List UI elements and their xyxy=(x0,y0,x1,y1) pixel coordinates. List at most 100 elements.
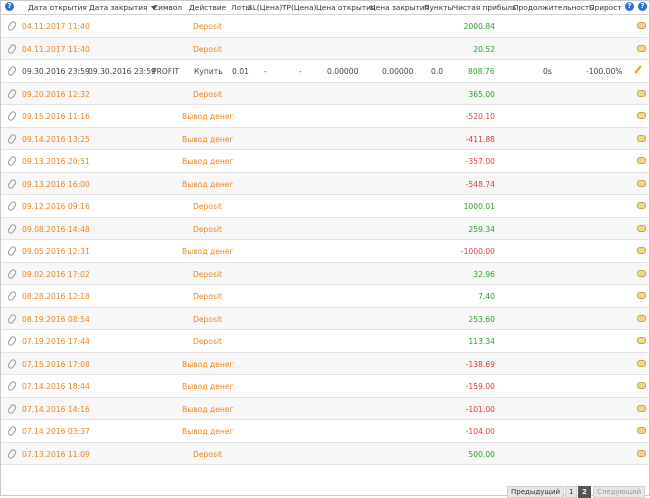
table-row[interactable]: 09.08.2016 14:48 Deposit 259.34 xyxy=(1,217,649,240)
table-row[interactable]: 09.13.2016 20:51 Вывод денег -357.00 xyxy=(1,150,649,173)
col-duration[interactable]: Продолжительность xyxy=(513,3,594,12)
paperclip-icon[interactable] xyxy=(6,267,18,280)
col-tp[interactable]: TP(Цена) xyxy=(282,3,316,12)
table-row[interactable]: 09.14.2016 13:25 Вывод денег -411.88 xyxy=(1,127,649,150)
table-row[interactable]: 07.14.2016 03:37 Вывод денег -104.00 xyxy=(1,420,649,443)
table-row[interactable]: 04.11.2017 11:40 Deposit 20.52 xyxy=(1,37,649,60)
paperclip-icon[interactable] xyxy=(6,200,18,212)
comment-icon[interactable] xyxy=(637,202,646,209)
table-row[interactable]: 07.13.2016 11:09 Deposit 500.00 xyxy=(1,442,649,465)
comment-icon[interactable] xyxy=(637,314,646,322)
table-row[interactable]: 09.12.2016 09:16 Deposit 1000.01 xyxy=(1,195,649,218)
table-row[interactable]: 08.28.2016 12:18 Deposit 7.40 xyxy=(1,285,649,308)
col-open-date[interactable]: Дата открытия xyxy=(28,3,87,12)
paperclip-icon[interactable] xyxy=(6,245,18,257)
comment-icon[interactable] xyxy=(637,157,646,164)
comment-icon[interactable] xyxy=(637,22,646,29)
comment-icon[interactable] xyxy=(637,404,646,412)
paperclip-icon[interactable] xyxy=(6,447,18,460)
table-row[interactable]: 04.11.2017 11:40 Deposit 2000.84 xyxy=(1,15,649,38)
page-2-button[interactable]: 2 xyxy=(578,486,591,498)
comment-icon[interactable] xyxy=(637,247,646,254)
gain: -100.00% xyxy=(586,67,623,76)
paperclip-icon[interactable] xyxy=(6,335,18,347)
paperclip-icon[interactable] xyxy=(6,132,18,145)
paperclip-icon[interactable] xyxy=(6,312,18,325)
action: Вывод денег xyxy=(182,179,234,189)
comment-icon[interactable] xyxy=(637,112,646,119)
table-row[interactable]: 07.19.2016 17:44 Deposit 113.34 xyxy=(1,330,649,353)
paperclip-icon[interactable] xyxy=(6,177,18,190)
paperclip-icon[interactable] xyxy=(6,357,18,370)
comment-icon[interactable] xyxy=(637,337,646,344)
pips: 0.0 xyxy=(431,67,444,76)
profit: 808.76 xyxy=(468,67,495,76)
profit: -357.00 xyxy=(465,157,495,166)
action: Deposit xyxy=(193,314,223,324)
paperclip-icon[interactable] xyxy=(6,380,18,392)
comment-icon[interactable] xyxy=(637,382,646,389)
action: Купить xyxy=(194,67,223,76)
paperclip-icon[interactable] xyxy=(6,425,18,437)
action: Deposit xyxy=(193,224,223,234)
col-close-price[interactable]: Цена закрытия xyxy=(370,3,429,12)
col-open-price[interactable]: Цена открытия xyxy=(316,3,375,12)
paperclip-icon[interactable] xyxy=(6,20,18,32)
comment-icon[interactable] xyxy=(637,179,646,187)
date: 09.12.2016 09:16 xyxy=(22,202,90,211)
table-row[interactable]: 09.13.2016 16:00 Вывод денег -548.74 xyxy=(1,172,649,195)
next-page-button[interactable]: Следующий xyxy=(593,486,646,498)
action: Вывод денег xyxy=(182,427,234,436)
comment-icon[interactable] xyxy=(637,359,646,367)
col-pips[interactable]: Пункты xyxy=(424,3,453,12)
col-sl[interactable]: SL(Цена) xyxy=(248,3,282,12)
help-icon[interactable]: ? xyxy=(625,2,634,11)
profit: -520.10 xyxy=(465,112,495,121)
table-row[interactable]: 09.15.2016 11:16 Вывод денег -520.10 xyxy=(1,105,649,128)
paperclip-icon[interactable] xyxy=(6,222,18,235)
trade-history-panel: ? Дата открытия Дата закрытия Символ Дей… xyxy=(0,0,650,498)
paperclip-icon[interactable] xyxy=(6,110,18,122)
table-row[interactable]: 09.05.2016 12:31 Вывод денег -1000.00 xyxy=(1,240,649,263)
table-header: ? Дата открытия Дата закрытия Символ Дей… xyxy=(1,1,649,15)
help-icon[interactable]: ? xyxy=(638,2,647,11)
table-row[interactable]: 07.14.2016 18:44 Вывод денег -159.00 xyxy=(1,375,649,398)
edit-icon[interactable] xyxy=(634,65,642,74)
paperclip-icon[interactable] xyxy=(6,42,18,55)
profit: 253.60 xyxy=(468,314,495,324)
col-profit[interactable]: Чистая прибыль xyxy=(453,3,516,12)
col-close-date[interactable]: Дата закрытия xyxy=(89,3,157,12)
comment-icon[interactable] xyxy=(637,224,646,232)
comment-icon[interactable] xyxy=(637,449,646,457)
table-row[interactable]: 09.02.2016 17:02 Deposit 32.96 xyxy=(1,262,649,285)
table-row[interactable]: 07.14.2016 14:16 Вывод денег -101.00 xyxy=(1,397,649,420)
date: 07.14.2016 14:16 xyxy=(22,404,90,414)
comment-icon[interactable] xyxy=(637,292,646,299)
comment-icon[interactable] xyxy=(637,427,646,434)
table-row[interactable]: 07.15.2016 17:08 Вывод денег -138.69 xyxy=(1,352,649,375)
table-row[interactable]: 09.20.2016 12:32 Deposit 365.00 xyxy=(1,82,649,105)
col-symbol[interactable]: Символ xyxy=(153,3,182,12)
profit: -411.88 xyxy=(465,134,495,144)
paperclip-icon[interactable] xyxy=(6,402,18,415)
page-1-button[interactable]: 1 xyxy=(565,486,578,498)
paperclip-icon[interactable] xyxy=(6,290,18,302)
paperclip-icon[interactable] xyxy=(6,87,18,100)
paperclip-icon[interactable] xyxy=(6,155,18,167)
col-gain[interactable]: Прирост xyxy=(589,3,622,12)
prev-page-button[interactable]: Предыдущий xyxy=(507,486,565,498)
tp: - xyxy=(299,67,302,76)
comment-icon[interactable] xyxy=(637,134,646,142)
paperclip-icon[interactable] xyxy=(6,65,18,77)
col-close-date-label: Дата закрытия xyxy=(89,3,148,12)
table-row[interactable]: 08.19.2016 08:54 Deposit 253.60 xyxy=(1,307,649,330)
date: 09.14.2016 13:25 xyxy=(22,134,90,144)
col-action[interactable]: Действие xyxy=(189,3,226,12)
comment-icon[interactable] xyxy=(637,89,646,97)
comment-icon[interactable] xyxy=(637,269,646,277)
open-date: 09.30.2016 23:59 xyxy=(22,67,90,76)
help-icon[interactable]: ? xyxy=(5,2,14,11)
comment-icon[interactable] xyxy=(637,44,646,52)
table-row[interactable]: 09.30.2016 23:59 09.30.2016 23:59 PROFIT Ку… xyxy=(1,60,649,83)
symbol: PROFIT xyxy=(152,67,180,76)
